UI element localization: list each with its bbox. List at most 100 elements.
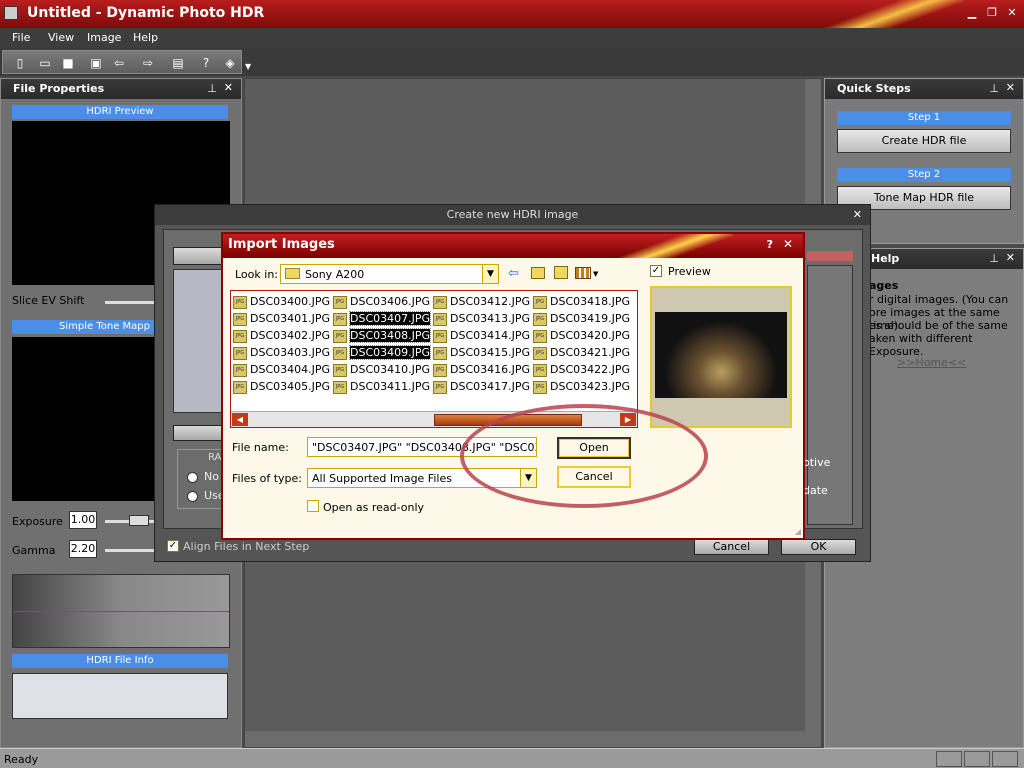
hdri-file-info-label: HDRI File Info [12, 654, 228, 668]
file-name: DSC03404.JPG [250, 363, 331, 376]
save-all-icon[interactable]: ▣ [87, 54, 105, 72]
file-item[interactable]: JPG DSC03405.JPG [233, 380, 330, 397]
home-link[interactable]: >>Home<< [897, 356, 966, 369]
file-name: DSC03418.JPG [550, 295, 631, 308]
panel-title: Quick Steps [837, 82, 911, 95]
file-column: JPG DSC03418.JPG JPG DSC03419.JPG JPG DSC0342… [533, 295, 630, 397]
file-item[interactable]: JPG DSC03401.JPG [233, 312, 330, 329]
window-title: Untitled - Dynamic Photo HDR [27, 5, 265, 21]
menu-help[interactable]: Help [133, 31, 158, 44]
help-heading: ages [869, 279, 899, 292]
close-icon[interactable]: ✕ [783, 237, 793, 251]
radio-button[interactable] [187, 491, 198, 502]
close-icon[interactable]: ✕ [1006, 81, 1015, 94]
save-icon[interactable]: ■ [59, 54, 77, 72]
radio-button[interactable] [187, 472, 198, 483]
file-item[interactable]: JPG DSC03416.JPG [433, 363, 530, 380]
close-icon[interactable]: ✕ [224, 81, 233, 94]
file-name: DSC03416.JPG [450, 363, 531, 376]
look-in-select[interactable]: Sony A200 ▼ [280, 264, 499, 284]
align-files-checkbox[interactable]: ✓ [167, 540, 179, 552]
create-hdr-file-button[interactable]: Create HDR file [837, 129, 1011, 153]
new-folder-icon[interactable] [554, 266, 568, 279]
preview-label: Preview [668, 265, 711, 278]
jpg-file-icon: JPG [233, 295, 247, 309]
file-item[interactable]: JPG DSC03418.JPG [533, 295, 630, 312]
histogram-line [13, 611, 229, 612]
new-file-icon[interactable]: ▯ [11, 54, 29, 72]
gamma-slider[interactable] [105, 549, 155, 552]
scroll-left-icon[interactable]: ◀ [232, 413, 248, 426]
file-item[interactable]: JPG DSC03415.JPG [433, 346, 530, 363]
forward-icon[interactable]: ⇨ [139, 54, 157, 72]
close-icon[interactable]: ✕ [853, 208, 862, 221]
preview-checkbox[interactable]: ✓ [650, 265, 662, 277]
file-item[interactable]: JPG DSC03414.JPG [433, 329, 530, 346]
clipboard-icon[interactable]: ▤ [169, 54, 187, 72]
back-arrow-icon[interactable]: ⇦ [110, 54, 128, 72]
file-item[interactable]: JPG DSC03406.JPG [333, 295, 430, 312]
minimize-icon[interactable]: ▁ [964, 5, 980, 21]
restore-icon[interactable]: ❐ [984, 5, 1000, 21]
file-item[interactable]: JPG DSC03420.JPG [533, 329, 630, 346]
pin-icon[interactable]: ⊥ [989, 252, 999, 265]
file-name: DSC03422.JPG [550, 363, 631, 376]
jpg-file-icon: JPG [233, 380, 247, 394]
help-icon[interactable]: ? [767, 238, 773, 251]
exposure-input[interactable]: 1.00 [69, 511, 97, 529]
ghost-button[interactable] [173, 425, 225, 441]
file-item[interactable]: JPG DSC03407.JPG [333, 311, 432, 329]
file-item[interactable]: JPG DSC03417.JPG [433, 380, 530, 397]
menu-image[interactable]: Image [87, 31, 121, 44]
file-item[interactable]: JPG DSC03413.JPG [433, 312, 530, 329]
exposure-slider-thumb[interactable] [129, 515, 149, 526]
file-item[interactable]: JPG DSC03419.JPG [533, 312, 630, 329]
file-item[interactable]: JPG DSC03403.JPG [233, 346, 330, 363]
file-item[interactable]: JPG DSC03411.JPG [333, 380, 430, 397]
horizontal-scrollbar[interactable] [245, 731, 821, 747]
menu-view[interactable]: View [48, 31, 74, 44]
file-item[interactable]: JPG DSC03421.JPG [533, 346, 630, 363]
toolbar-overflow-icon[interactable]: ▼ [245, 62, 251, 71]
ok-button[interactable]: OK [781, 539, 856, 555]
pin-icon[interactable]: ⊥ [207, 82, 217, 95]
file-item[interactable]: JPG DSC03409.JPG [333, 345, 432, 363]
help-icon[interactable]: ? [197, 54, 215, 72]
ghost-button[interactable] [173, 247, 225, 265]
open-readonly-checkbox[interactable] [307, 500, 319, 512]
file-name: DSC03420.JPG [550, 329, 631, 342]
close-icon[interactable]: ✕ [1004, 5, 1020, 21]
hdri-file-info-box [12, 673, 228, 719]
open-folder-icon[interactable]: ▭ [36, 54, 54, 72]
back-arrow-icon[interactable]: ⇦ [508, 266, 519, 281]
status-cell [992, 751, 1018, 767]
pin-icon[interactable]: ⊥ [989, 82, 999, 95]
jpg-file-icon: JPG [333, 363, 347, 377]
dialog-title: Import Images [228, 237, 335, 252]
slice-ev-shift-label: Slice EV Shift [12, 294, 85, 307]
jpg-file-icon: JPG [533, 312, 547, 326]
slice-ev-slider[interactable] [105, 301, 155, 304]
cancel-button[interactable]: Cancel [694, 539, 769, 555]
file-item[interactable]: JPG DSC03412.JPG [433, 295, 530, 312]
toolbar: ▯ ▭ ■ ▣ ⇦ ⇨ ▤ ? ◈ ▼ [0, 48, 1024, 76]
view-menu-icon[interactable] [575, 267, 591, 279]
panel-title: File Properties [13, 82, 105, 95]
close-icon[interactable]: ✕ [1006, 251, 1015, 264]
file-item[interactable]: JPG DSC03410.JPG [333, 363, 430, 380]
file-item[interactable]: JPG DSC03408.JPG [333, 328, 432, 346]
file-item[interactable]: JPG DSC03400.JPG [233, 295, 330, 312]
up-folder-icon[interactable] [531, 267, 545, 279]
file-name: DSC03402.JPG [250, 329, 331, 342]
menu-bar: File View Image Help [0, 28, 1024, 48]
file-item[interactable]: JPG DSC03422.JPG [533, 363, 630, 380]
resize-grip-icon[interactable]: ◢ [795, 527, 801, 536]
menu-file[interactable]: File [12, 31, 30, 44]
eraser-icon[interactable]: ◈ [221, 54, 239, 72]
gamma-input[interactable]: 2.20 [69, 540, 97, 558]
chevron-down-icon[interactable]: ▼ [482, 265, 498, 283]
file-item[interactable]: JPG DSC03423.JPG [533, 380, 630, 397]
file-item[interactable]: JPG DSC03404.JPG [233, 363, 330, 380]
chevron-down-icon[interactable]: ▼ [593, 270, 598, 278]
file-item[interactable]: JPG DSC03402.JPG [233, 329, 330, 346]
